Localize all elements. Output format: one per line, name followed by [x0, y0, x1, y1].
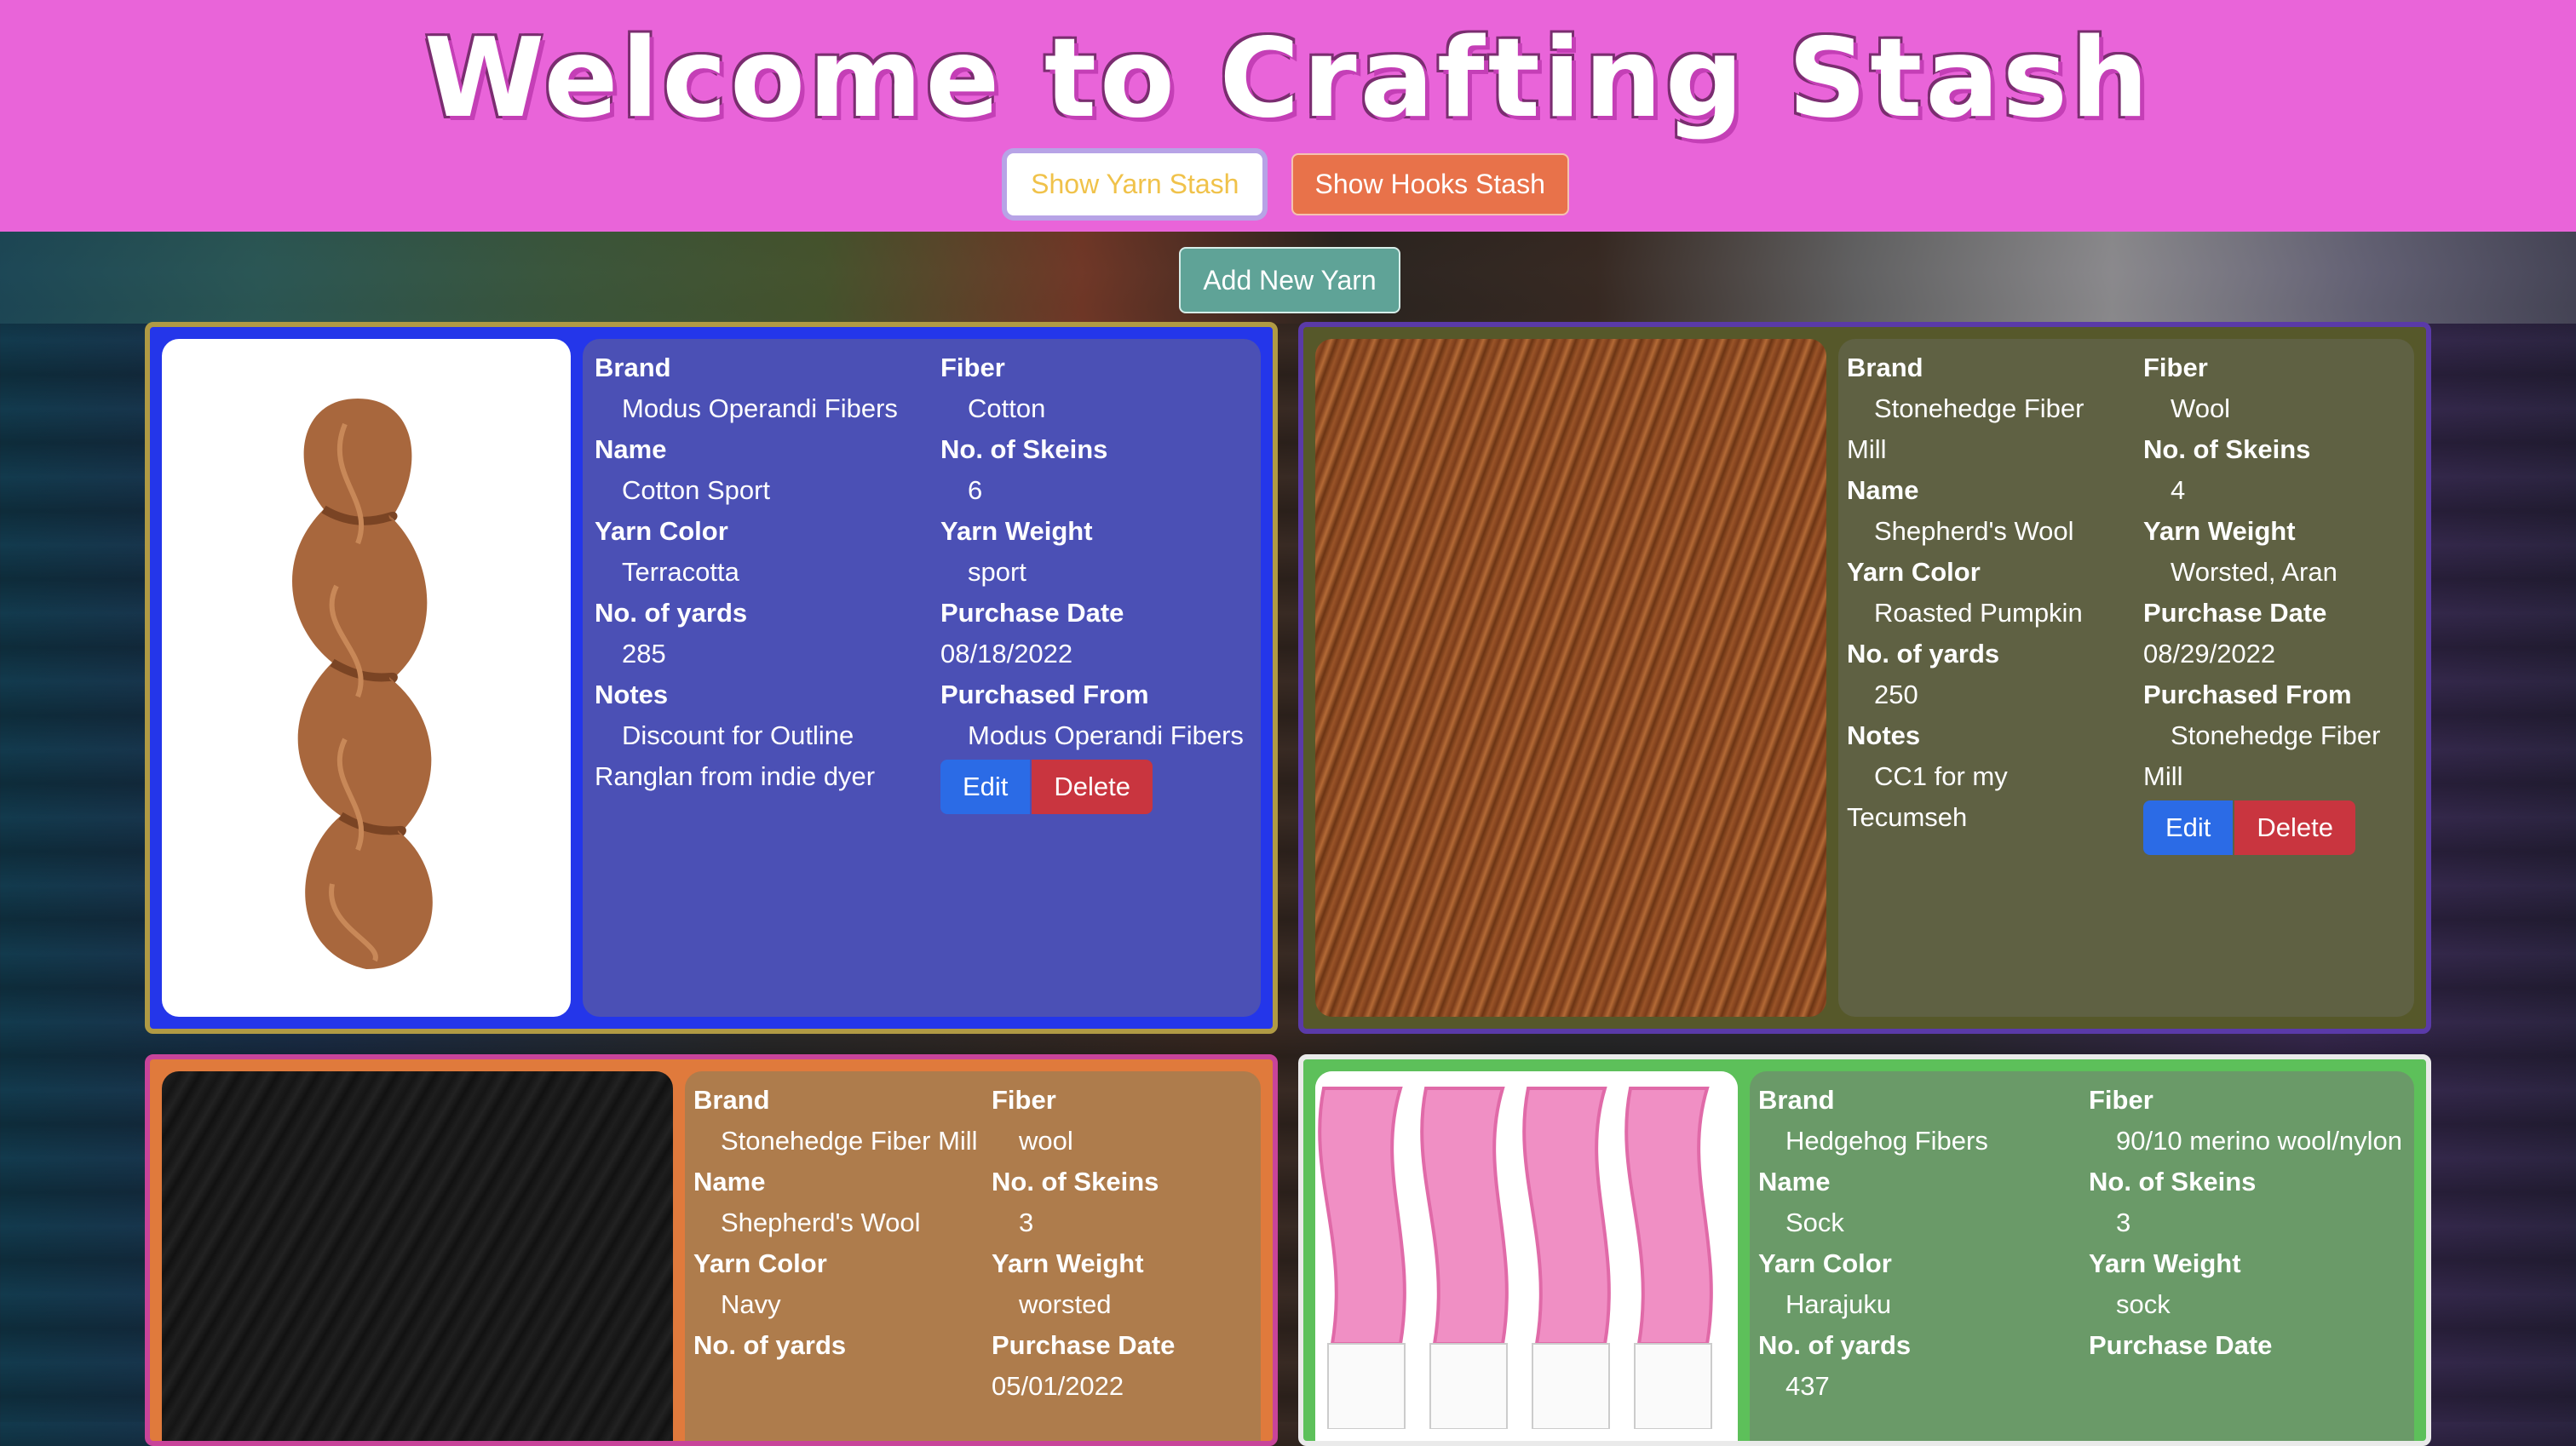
- date-value: 08/18/2022: [940, 639, 1073, 668]
- weight-value: worsted: [1019, 1289, 1112, 1319]
- brand-value: Stonehedge Fiber Mill: [1847, 393, 2084, 464]
- weight-label: Yarn Weight: [2089, 1248, 2241, 1278]
- yarn-image: [162, 339, 571, 1017]
- brand-value: Modus Operandi Fibers: [622, 393, 898, 423]
- weight-value: sock: [2116, 1289, 2171, 1319]
- fiber-label: Fiber: [940, 353, 1005, 382]
- yarn-details: Brand Stonehedge Fiber Mill Name Shepher…: [1838, 339, 2414, 1017]
- delete-button[interactable]: Delete: [1032, 760, 1153, 814]
- yards-label: No. of yards: [595, 598, 748, 628]
- fiber-value: wool: [1019, 1126, 1073, 1156]
- yarn-details: Brand Stonehedge Fiber Mill Name Shepher…: [685, 1071, 1261, 1441]
- yarn-card: Brand Modus Operandi Fibers Name Cotton …: [145, 322, 1278, 1034]
- skeins-value: 6: [968, 475, 983, 505]
- brand-value: Stonehedge Fiber Mill: [721, 1126, 978, 1156]
- fiber-value: Wool: [2171, 393, 2231, 423]
- yards-value: 285: [622, 639, 666, 668]
- weight-label: Yarn Weight: [2143, 516, 2296, 546]
- yarn-skein-image: [291, 399, 433, 969]
- date-value: 08/29/2022: [2143, 639, 2276, 668]
- purchased-from-label: Purchased From: [2143, 680, 2352, 709]
- edit-button[interactable]: Edit: [940, 760, 1031, 814]
- skeins-value: 3: [2116, 1208, 2131, 1237]
- yards-label: No. of yards: [693, 1330, 847, 1360]
- skeins-label: No. of Skeins: [992, 1167, 1159, 1196]
- name-label: Name: [595, 434, 667, 464]
- add-new-yarn-button[interactable]: Add New Yarn: [1179, 247, 1400, 313]
- fiber-value: Cotton: [968, 393, 1046, 423]
- yarn-card: Brand Stonehedge Fiber Mill Name Shepher…: [1298, 322, 2431, 1034]
- skeins-value: 3: [1019, 1208, 1034, 1237]
- fiber-label: Fiber: [992, 1085, 1056, 1115]
- yarn-image: [1315, 1071, 1738, 1441]
- weight-value: Worsted, Aran: [2171, 557, 2337, 587]
- name-value: Sock: [1785, 1208, 1844, 1237]
- purchased-from-value: Modus Operandi Fibers: [968, 720, 1244, 750]
- page-title: Welcome to Crafting Stash: [423, 15, 2153, 142]
- brand-label: Brand: [1758, 1085, 1835, 1115]
- yarn-image: [162, 1071, 673, 1441]
- name-value: Shepherd's Wool: [721, 1208, 921, 1237]
- purchased-from-label: Purchased From: [940, 680, 1149, 709]
- skeins-value: 4: [2171, 475, 2186, 505]
- color-label: Yarn Color: [1847, 557, 1981, 587]
- date-label: Purchase Date: [992, 1330, 1176, 1360]
- date-label: Purchase Date: [940, 598, 1124, 628]
- skeins-label: No. of Skeins: [2089, 1167, 2257, 1196]
- brand-value: Hedgehog Fibers: [1785, 1126, 1988, 1156]
- notes-value: CC1 for my Tecumseh: [1847, 761, 2008, 832]
- color-label: Yarn Color: [1758, 1248, 1892, 1278]
- color-label: Yarn Color: [595, 516, 728, 546]
- fiber-label: Fiber: [2089, 1085, 2153, 1115]
- pink-yarn-skeins-image: [1315, 1071, 1738, 1430]
- color-value: Navy: [721, 1289, 781, 1319]
- date-label: Purchase Date: [2089, 1330, 2273, 1360]
- name-label: Name: [693, 1167, 766, 1196]
- name-value: Cotton Sport: [622, 475, 771, 505]
- yards-label: No. of yards: [1847, 639, 2000, 668]
- color-label: Yarn Color: [693, 1248, 827, 1278]
- purchased-from-value: Stonehedge Fiber Mill: [2143, 720, 2381, 791]
- show-hooks-stash-button[interactable]: Show Hooks Stash: [1291, 153, 1569, 215]
- weight-value: sport: [968, 557, 1026, 587]
- show-yarn-stash-button[interactable]: Show Yarn Stash: [1007, 153, 1263, 215]
- yarn-details: Brand Hedgehog Fibers Name Sock Yarn Col…: [1750, 1071, 2414, 1441]
- delete-button[interactable]: Delete: [2234, 800, 2356, 855]
- name-label: Name: [1847, 475, 1919, 505]
- yarn-card: Brand Stonehedge Fiber Mill Name Shepher…: [145, 1054, 1278, 1446]
- notes-label: Notes: [1847, 720, 1921, 750]
- stash-tabs: Show Yarn Stash Show Hooks Stash: [0, 153, 2576, 215]
- weight-label: Yarn Weight: [940, 516, 1093, 546]
- brand-label: Brand: [595, 353, 671, 382]
- notes-value: Discount for Outline Ranglan from indie …: [595, 720, 876, 791]
- yards-label: No. of yards: [1758, 1330, 1912, 1360]
- notes-label: Notes: [595, 680, 669, 709]
- name-value: Shepherd's Wool: [1874, 516, 2074, 546]
- fiber-label: Fiber: [2143, 353, 2208, 382]
- page-header: Welcome to Crafting Stash Show Yarn Stas…: [0, 0, 2576, 232]
- skeins-label: No. of Skeins: [2143, 434, 2311, 464]
- yards-value: 250: [1874, 680, 1918, 709]
- color-value: Harajuku: [1785, 1289, 1892, 1319]
- color-value: Roasted Pumpkin: [1874, 598, 2083, 628]
- date-label: Purchase Date: [2143, 598, 2327, 628]
- yards-value: 437: [1785, 1371, 1830, 1401]
- date-value: 05/01/2022: [992, 1371, 1124, 1401]
- yarn-image: [1315, 339, 1826, 1017]
- yarn-details: Brand Modus Operandi Fibers Name Cotton …: [583, 339, 1261, 1017]
- yarn-card: Brand Hedgehog Fibers Name Sock Yarn Col…: [1298, 1054, 2431, 1446]
- weight-label: Yarn Weight: [992, 1248, 1144, 1278]
- edit-button[interactable]: Edit: [2143, 800, 2234, 855]
- fiber-value: 90/10 merino wool/nylon: [2116, 1126, 2403, 1156]
- brand-label: Brand: [693, 1085, 770, 1115]
- color-value: Terracotta: [622, 557, 739, 587]
- skeins-label: No. of Skeins: [940, 434, 1108, 464]
- name-label: Name: [1758, 1167, 1831, 1196]
- brand-label: Brand: [1847, 353, 1923, 382]
